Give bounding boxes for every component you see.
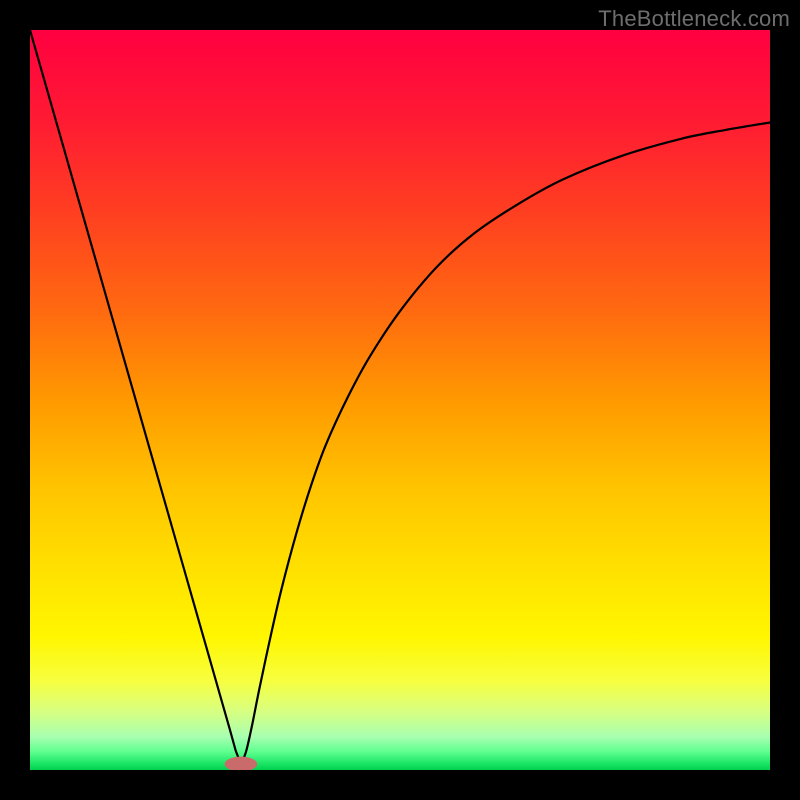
chart-frame: TheBottleneck.com (0, 0, 800, 800)
watermark-text: TheBottleneck.com (598, 6, 790, 32)
chart-svg (30, 30, 770, 770)
gradient-background (30, 30, 770, 770)
plot-area (30, 30, 770, 770)
